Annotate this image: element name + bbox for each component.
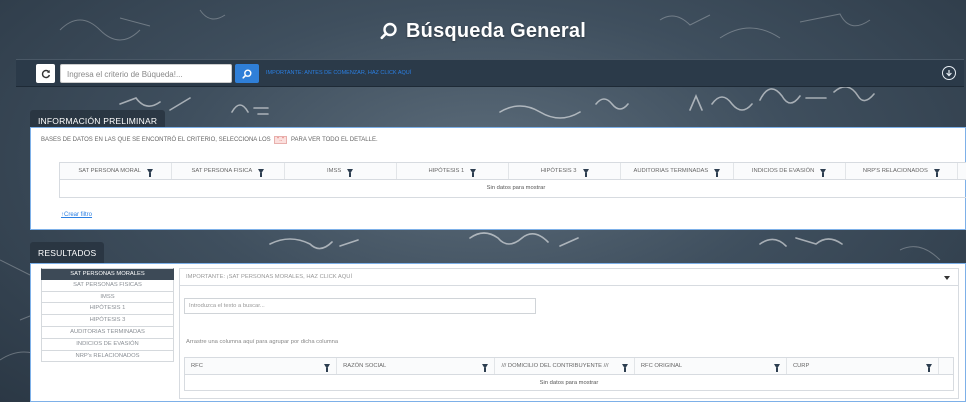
filter-icon[interactable] — [820, 168, 827, 177]
refresh-icon — [41, 69, 50, 78]
important-link[interactable]: IMPORTANTE: ANTES DE COMENZAR, HAZ CLICK… — [266, 70, 411, 76]
results-content: IMPORTANTE: ¡SAT PERSONAS MORALES, HAZ C… — [179, 268, 959, 399]
filter-icon[interactable] — [926, 363, 932, 372]
results-grid: RFC RAZÓN SOCIAL /// DOMICILIO DEL CONTR… — [184, 357, 954, 391]
tab-sat-personas-morales[interactable]: SAT PERSONAS MORALES — [41, 268, 174, 280]
filter-icon[interactable] — [621, 363, 628, 372]
search-bar: Ingresa el criterio de Búqueda!... IMPOR… — [16, 59, 964, 87]
preliminary-panel: BASES DE DATOS EN LAS QUE SE ENCONTRÓ EL… — [30, 127, 966, 230]
filter-icon[interactable] — [773, 363, 780, 372]
detail-badge: ".." — [274, 136, 288, 144]
tab-hipotesis-3[interactable]: HIPÓTESIS 3 — [41, 315, 174, 327]
filter-icon[interactable] — [482, 363, 489, 372]
tab-indicios-evasion[interactable]: INDICIOS DE EVASIÓN — [41, 338, 174, 351]
results-section-title: RESULTADOS — [30, 242, 105, 264]
tab-imss[interactable]: IMSS — [41, 291, 174, 304]
column-header[interactable]: HIPÓTESIS 3 — [509, 163, 622, 179]
search-icon — [242, 68, 252, 79]
filter-icon[interactable] — [258, 168, 265, 177]
search-button[interactable] — [235, 64, 259, 83]
refresh-button[interactable] — [36, 64, 55, 83]
download-icon[interactable] — [942, 66, 956, 80]
filter-icon[interactable] — [582, 168, 589, 177]
tab-auditorias-terminadas[interactable]: AUDITORIAS TERMINADAS — [41, 326, 174, 339]
empty-message: Sin datos para mostrar — [486, 185, 546, 191]
group-by-hint: Arrastre una columna aquí para agrupar p… — [186, 339, 339, 345]
column-header[interactable]: HIPÓTESIS 1 — [397, 163, 509, 179]
filter-icon[interactable] — [324, 363, 331, 372]
grid-header: SAT PERSONA MORAL SAT PERSONA FISICA IMS… — [60, 163, 966, 180]
filter-icon[interactable] — [933, 168, 940, 177]
search-input[interactable]: Ingresa el criterio de Búqueda!... — [60, 64, 232, 83]
column-spacer — [939, 358, 953, 374]
caret-down-icon — [944, 276, 950, 280]
column-header-razon-social[interactable]: RAZÓN SOCIAL — [337, 358, 496, 374]
column-header-curp[interactable]: CURP — [787, 358, 939, 374]
tab-sat-personas-fisicas[interactable]: SAT PERSONAS FISICAS — [41, 279, 174, 292]
column-header[interactable]: NRP'S RELACIONADOS — [846, 163, 958, 179]
empty-message: Sin datos para mostrar — [539, 380, 599, 386]
filter-icon[interactable] — [714, 168, 721, 177]
preliminary-note: BASES DE DATOS EN LAS QUE SE ENCONTRÓ EL… — [41, 136, 378, 144]
grid-header: RFC RAZÓN SOCIAL /// DOMICILIO DEL CONTR… — [185, 358, 953, 375]
column-header-rfc[interactable]: RFC — [185, 358, 338, 374]
results-search-input[interactable]: Introduzca el texto a buscar... — [184, 298, 536, 314]
search-icon — [380, 22, 397, 40]
column-header[interactable]: IMSS — [285, 163, 397, 179]
preliminary-grid: SAT PERSONA MORAL SAT PERSONA FISICA IMS… — [59, 162, 966, 198]
filter-icon[interactable] — [347, 168, 354, 177]
tab-hipotesis-1[interactable]: HIPÓTESIS 1 — [41, 303, 174, 316]
page-title: Búsqueda General — [406, 19, 586, 42]
filter-icon[interactable] — [470, 168, 477, 177]
column-spacer — [958, 163, 966, 179]
note-text-end: PARA VER TODO EL DETALLE. — [290, 137, 378, 143]
important-dropdown[interactable]: IMPORTANTE: ¡SAT PERSONAS MORALES, HAZ C… — [180, 269, 958, 286]
column-header[interactable]: SAT PERSONA FISICA — [172, 163, 285, 179]
results-tabs: SAT PERSONAS MORALES SAT PERSONAS FISICA… — [41, 268, 174, 363]
column-header[interactable]: INDICIOS DE EVASIÓN — [734, 163, 846, 179]
column-header-domicilio[interactable]: /// DOMICILIO DEL CONTRIBUYENTE /// — [495, 358, 635, 374]
column-header-rfc-original[interactable]: RFC ORIGINAL — [635, 358, 787, 374]
note-text: BASES DE DATOS EN LAS QUE SE ENCONTRÓ EL… — [41, 137, 271, 143]
column-header[interactable]: AUDITORIAS TERMINADAS — [621, 163, 734, 179]
tab-nrps-relacionados[interactable]: NRP's RELACIONADOS — [41, 350, 174, 363]
arrow-down-icon — [946, 70, 952, 77]
results-panel: SAT PERSONAS MORALES SAT PERSONAS FISICA… — [30, 263, 966, 402]
column-header[interactable]: SAT PERSONA MORAL — [60, 163, 173, 179]
create-filter-link[interactable]: ↑Crear filtro — [61, 212, 92, 218]
page-header: Búsqueda General — [0, 16, 966, 46]
filter-icon[interactable] — [146, 168, 153, 177]
